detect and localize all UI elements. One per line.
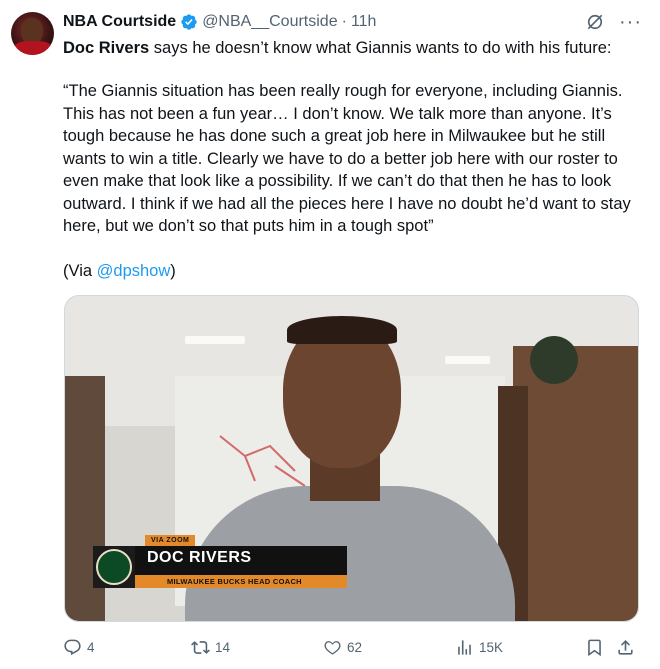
ceiling-light — [445, 356, 490, 364]
lower-third-name: DOC RIVERS — [147, 549, 252, 566]
more-options-icon[interactable]: ··· — [619, 12, 642, 32]
header-separator: · — [341, 13, 347, 30]
share-button[interactable] — [616, 636, 635, 658]
like-button[interactable]: 62 — [323, 636, 362, 658]
lower-third-tag: VIA ZOOM — [145, 535, 196, 546]
tweet-video[interactable]: VIA ZOOM DOC RIVERS MILWAUKEE BUCKS HEAD… — [64, 295, 639, 622]
top-actions: ··· — [585, 12, 642, 32]
reply-icon — [64, 639, 81, 655]
tweet-intro: Doc Rivers says he doesn’t know what Gia… — [63, 37, 643, 60]
views-chart-icon — [458, 639, 471, 655]
tweet-quote: “The Giannis situation has been really r… — [63, 82, 631, 235]
verified-badge-icon[interactable] — [180, 13, 198, 31]
tweet-actions: 4 14 62 15K — [63, 636, 643, 658]
avatar-jersey — [13, 41, 53, 55]
video-lower-third: VIA ZOOM DOC RIVERS MILWAUKEE BUCKS HEAD… — [93, 535, 347, 588]
share-icon — [618, 639, 633, 655]
via-prefix: (Via — [63, 262, 97, 280]
lower-third-title: MILWAUKEE BUCKS HEAD COACH — [135, 575, 347, 588]
grok-icon[interactable] — [585, 12, 605, 32]
views-count: 15K — [479, 639, 504, 655]
tweet-timestamp[interactable]: 11h — [351, 13, 377, 31]
reply-button[interactable]: 4 — [63, 636, 95, 658]
repost-icon — [191, 640, 210, 654]
views-button[interactable]: 15K — [455, 636, 503, 658]
intro-rest: says he doesn’t know what Giannis wants … — [149, 39, 612, 57]
bookmark-icon — [588, 639, 601, 656]
author-name[interactable]: NBA Courtside — [63, 13, 176, 31]
video-person-hair — [287, 316, 397, 344]
repost-count: 14 — [215, 639, 231, 655]
bookmark-button[interactable] — [585, 636, 604, 658]
ceiling-light — [185, 336, 245, 344]
author-handle[interactable]: @NBA__Courtside — [202, 13, 337, 31]
lower-third-body: VIA ZOOM DOC RIVERS MILWAUKEE BUCKS HEAD… — [135, 535, 347, 588]
bucks-logo-icon — [93, 546, 135, 588]
reply-count: 4 — [87, 639, 95, 655]
via-suffix: ) — [170, 262, 176, 280]
like-count: 62 — [347, 639, 363, 655]
bucks-logo-mark — [96, 549, 132, 585]
via-link[interactable]: @dpshow — [97, 262, 171, 280]
repost-button[interactable]: 14 — [191, 636, 230, 658]
heart-icon — [324, 640, 341, 655]
video-cabinet — [513, 346, 638, 621]
intro-bold: Doc Rivers — [63, 39, 150, 57]
tweet-header: NBA Courtside @NBA__Courtside · 11h — [63, 11, 376, 33]
author-avatar[interactable] — [11, 12, 54, 55]
video-globe — [530, 336, 578, 384]
tweet-via: (Via @dpshow) — [63, 260, 643, 283]
